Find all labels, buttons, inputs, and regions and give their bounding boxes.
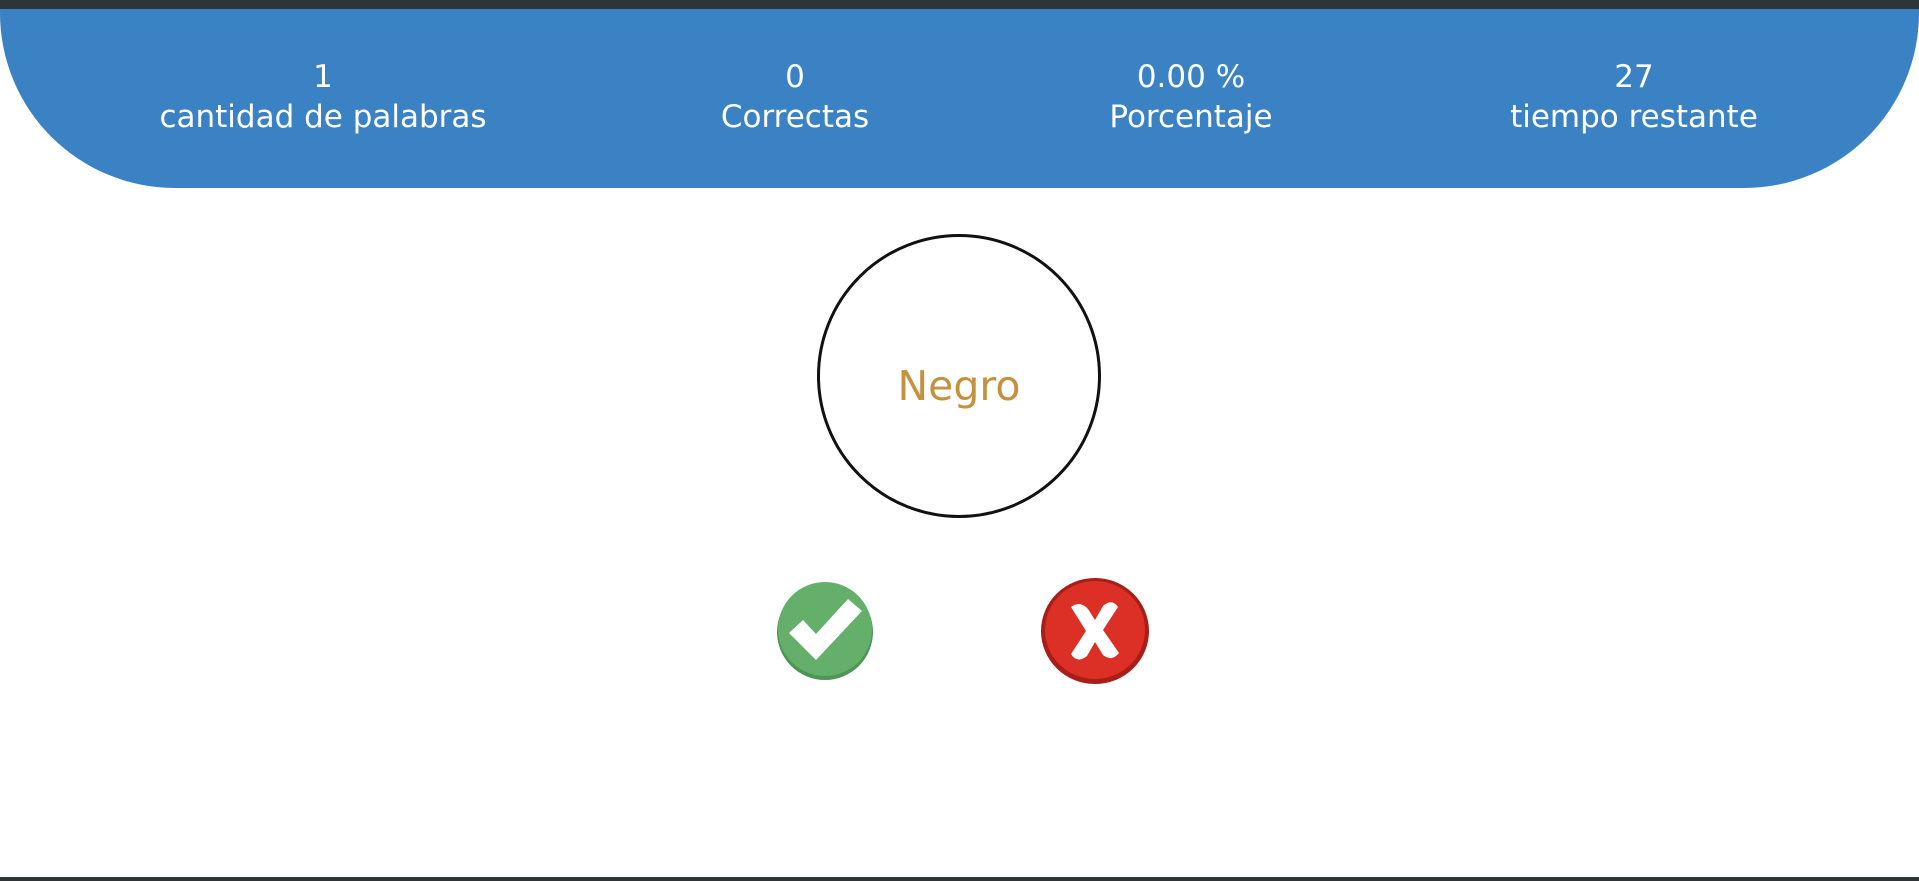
word-count-label: cantidad de palabras [159,99,487,135]
color-word: Negro [897,362,1021,410]
correct-count-value: 0 [785,59,805,95]
time-remaining-label: tiempo restante [1510,99,1758,135]
window-bottom-border [0,877,1919,881]
wrong-answer-button[interactable] [1040,576,1150,685]
percentage-stat: 0.00 % Porcentaje [981,57,1401,137]
time-remaining-stat: 27 tiempo restante [1424,57,1844,137]
word-circle: Negro [817,234,1101,518]
window-top-bar [0,0,1919,9]
percentage-value: 0.00 % [1136,59,1246,95]
stats-header: 1 cantidad de palabras 0 Correctas 0.00 … [0,9,1919,188]
percentage-label: Porcentaje [1109,99,1273,135]
correct-answer-button[interactable] [776,579,874,681]
correct-count-stat: 0 Correctas [585,57,1005,137]
word-count-stat: 1 cantidad de palabras [113,57,533,137]
word-count-value: 1 [313,59,333,95]
correct-count-label: Correctas [720,99,870,135]
time-remaining-value: 27 [1614,59,1654,95]
x-icon [1041,578,1149,684]
check-icon [777,582,873,680]
